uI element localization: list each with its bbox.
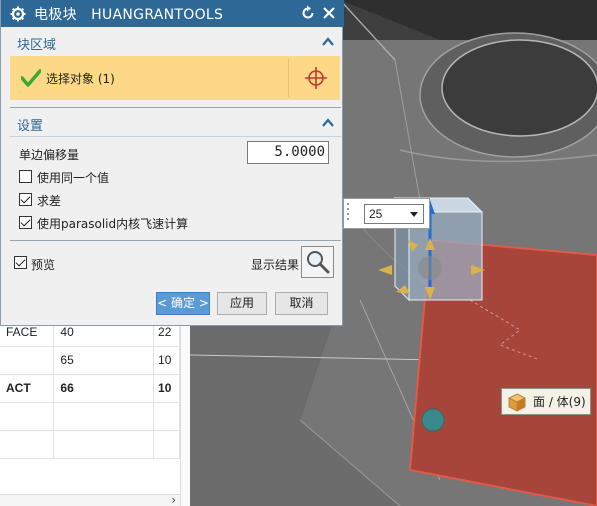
- gear-icon[interactable]: [10, 6, 26, 22]
- attribute-table-grid: FACE 40 22 65 10 ACT 66 10: [0, 318, 180, 459]
- table-cell: 65: [53, 346, 155, 375]
- apply-button[interactable]: 应用: [217, 292, 267, 315]
- block-section-header[interactable]: 块区域: [10, 31, 340, 55]
- divider: [288, 59, 289, 97]
- use-parasolid-label: 使用parasolid内核飞速计算: [37, 217, 189, 231]
- offset-label: 单边偏移量: [19, 148, 80, 162]
- table-horizontal-scrollbar[interactable]: ›: [0, 493, 180, 506]
- select-object-label: 选择对象 (1): [46, 72, 115, 86]
- section-divider: [10, 240, 341, 241]
- subtract-checkbox[interactable]: [19, 193, 32, 206]
- ok-button[interactable]: < 确定 >: [156, 292, 210, 315]
- offset-input[interactable]: 5.0000: [247, 141, 329, 164]
- dropdown-arrow-icon[interactable]: [410, 212, 418, 217]
- reset-icon[interactable]: [300, 5, 316, 21]
- select-object-row[interactable]: 选择对象 (1): [10, 56, 340, 100]
- settings-section-title: 设置: [17, 118, 44, 134]
- drag-grip-icon[interactable]: [346, 203, 351, 225]
- subtract-label: 求差: [37, 194, 62, 208]
- magnifier-icon: [307, 251, 330, 274]
- table-vertical-scrollbar[interactable]: [180, 318, 190, 506]
- handle-value-widget[interactable]: 25: [343, 198, 430, 229]
- tooltip-text: 面 / 体(9): [533, 395, 586, 409]
- table-row[interactable]: [0, 402, 180, 431]
- green-check-icon: [21, 69, 41, 87]
- scroll-right-arrow-icon[interactable]: ›: [171, 493, 176, 506]
- table-row[interactable]: [0, 430, 180, 459]
- section-divider: [10, 107, 341, 108]
- dialog-title: 电极块 HUANGRANTOOLS: [34, 6, 224, 23]
- table-cell: 10: [153, 346, 180, 375]
- dialog-titlebar[interactable]: 电极块 HUANGRANTOOLS: [1, 0, 344, 27]
- use-same-value-label: 使用同一个值: [37, 171, 110, 185]
- section-divider: [10, 136, 341, 137]
- table-cell: [153, 402, 180, 431]
- table-cell: [153, 430, 180, 459]
- show-result-button[interactable]: [301, 246, 334, 278]
- cube-icon: [507, 392, 527, 412]
- block-section-title: 块区域: [17, 37, 57, 53]
- table-cell: [0, 430, 55, 459]
- collapse-chevron-icon[interactable]: [322, 37, 334, 47]
- table-cell: [0, 402, 55, 431]
- preview-checkbox[interactable]: [14, 256, 27, 269]
- table-cell: [53, 402, 155, 431]
- table-row[interactable]: ACT 66 10: [0, 374, 180, 403]
- show-result-label: 显示结果: [251, 258, 300, 272]
- table-cell: 66: [53, 374, 155, 403]
- table-row[interactable]: 65 10: [0, 346, 180, 375]
- table-cell: ACT: [0, 374, 55, 403]
- electrode-block-dialog: 电极块 HUANGRANTOOLS 块区域 选择对象 (1) 设置 单边偏移量 …: [0, 0, 344, 326]
- crosshair-icon[interactable]: [298, 64, 334, 92]
- handle-value-text: 25: [369, 207, 383, 221]
- handle-value-select[interactable]: 25: [364, 204, 424, 224]
- preview-label: 预览: [31, 258, 56, 272]
- use-same-value-checkbox[interactable]: [19, 170, 32, 183]
- table-cell: 10: [153, 374, 180, 403]
- selection-tooltip: 面 / 体(9): [501, 388, 591, 415]
- table-cell: [0, 346, 55, 375]
- use-parasolid-checkbox[interactable]: [19, 216, 32, 229]
- cancel-button[interactable]: 取消: [275, 292, 328, 315]
- settings-section-header[interactable]: 设置: [10, 112, 340, 136]
- table-cell: [53, 430, 155, 459]
- attribute-table: FACE 40 22 65 10 ACT 66 10 ›: [0, 318, 190, 506]
- close-icon[interactable]: [321, 5, 337, 21]
- collapse-chevron-icon[interactable]: [322, 118, 334, 128]
